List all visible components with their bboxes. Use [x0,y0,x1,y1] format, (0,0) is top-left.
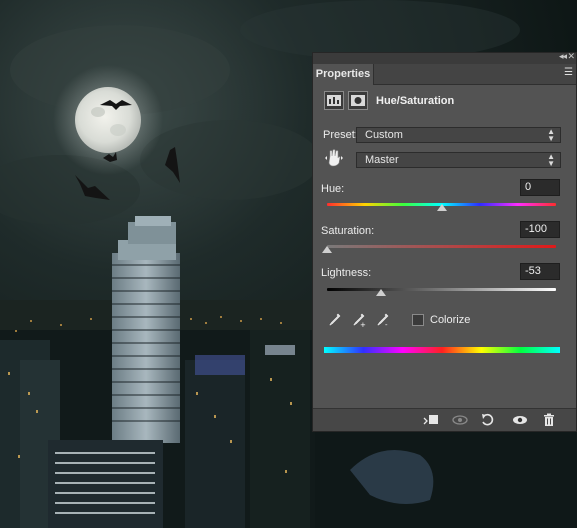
preset-dropdown[interactable]: Custom ▲ ▼ [356,127,561,143]
eyedropper-plus-icon[interactable]: + [351,311,367,329]
hue-label: Hue: [321,183,345,195]
lightness-slider-track[interactable] [327,288,556,291]
panel-tab-bar: Properties ☰ [313,64,576,85]
colorize-checkbox[interactable] [412,314,424,326]
dropdown-arrows-icon: ▲ ▼ [547,127,555,143]
trash-icon[interactable] [541,412,557,428]
hue-slider-thumb[interactable] [437,204,447,211]
tab-properties[interactable]: Properties [313,64,374,85]
panel-menu-icon[interactable]: ☰ [564,67,573,78]
channel-dropdown[interactable]: Master ▲ ▼ [356,152,561,168]
lightness-label: Lightness: [321,267,372,279]
colorize-label: Colorize [430,314,471,326]
layer-mask-icon[interactable] [348,91,368,110]
panel-bottom-bar [313,408,576,431]
hue-input[interactable]: 0 [520,179,560,196]
input-color-bar [324,347,560,353]
reset-icon[interactable] [480,412,496,428]
properties-panel: ◂◂ ✕ Properties ☰ Hue/Saturation Preset:… [312,51,577,432]
svg-text:-: - [385,321,388,329]
view-previous-icon[interactable] [451,412,468,428]
svg-text:+: + [360,321,366,329]
eyedropper-minus-icon[interactable]: - [375,311,391,329]
eyedropper-icon[interactable] [327,311,343,329]
preset-label: Preset: [323,129,358,141]
clip-to-layer-icon[interactable] [423,412,439,428]
lightness-slider-thumb[interactable] [376,289,386,296]
visibility-eye-icon[interactable] [512,412,528,428]
channel-value: Master [365,154,399,166]
hue-saturation-icon[interactable] [324,91,344,110]
close-panel-icon[interactable]: ✕ [567,51,575,62]
saturation-slider-thumb[interactable] [322,246,332,253]
saturation-slider-track[interactable] [327,245,556,248]
hand-adjust-icon[interactable] [324,148,344,168]
collapse-panel-icon[interactable]: ◂◂ [559,51,567,62]
preset-value: Custom [365,129,403,141]
lightness-input[interactable]: -53 [520,263,560,280]
saturation-input[interactable]: -100 [520,221,560,238]
dropdown-arrows-icon: ▲ ▼ [547,152,555,168]
saturation-label: Saturation: [321,225,375,237]
adjustment-title: Hue/Saturation [376,95,455,107]
